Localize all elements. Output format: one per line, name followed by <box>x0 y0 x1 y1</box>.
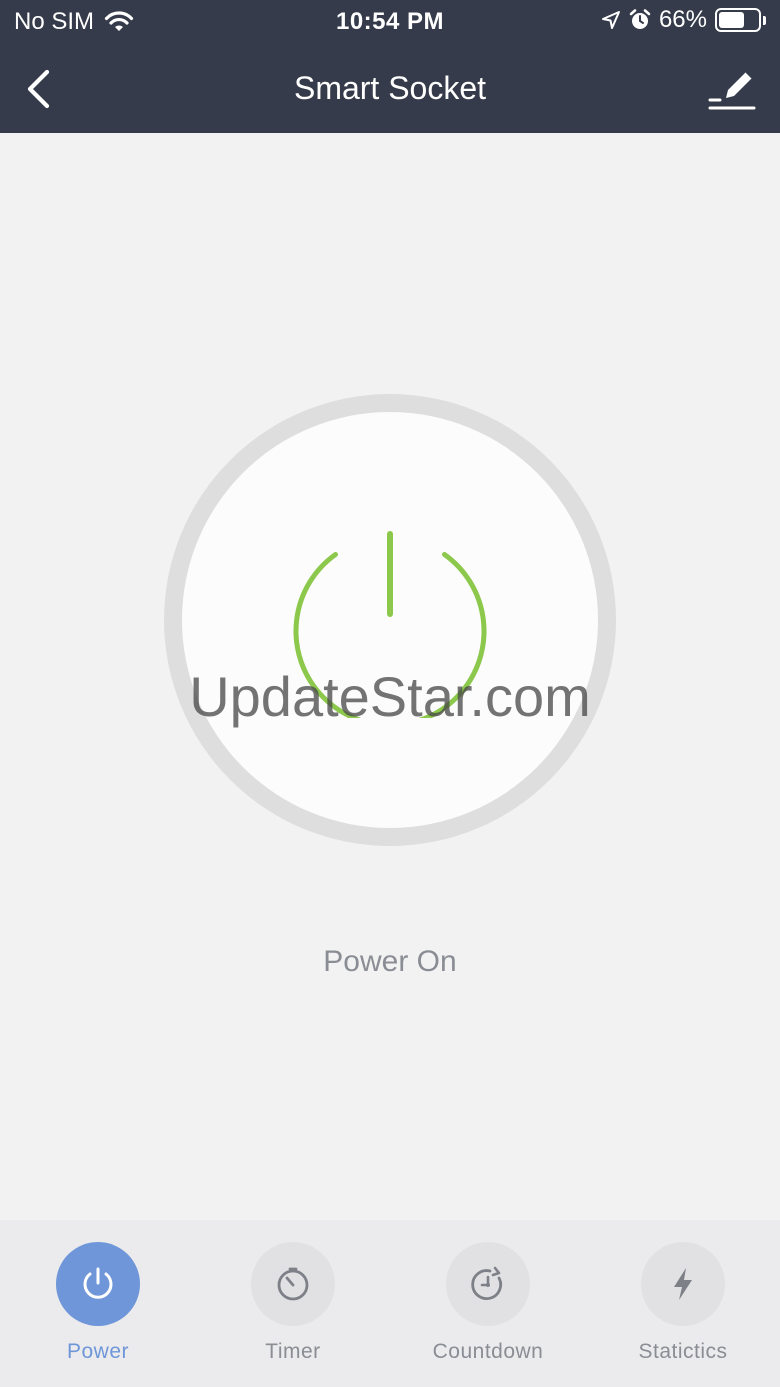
page-title: Smart Socket <box>293 70 487 106</box>
battery-tip <box>763 15 766 25</box>
tab-timer[interactable]: Timer <box>213 1242 373 1372</box>
battery-fill <box>719 12 744 28</box>
app-header: No SIM 10:54 PM 66% Smart Socket <box>0 0 780 133</box>
status-right: 66% <box>601 6 766 34</box>
tab-icon-circle <box>56 1242 140 1326</box>
edit-button[interactable] <box>708 64 758 114</box>
tab-power[interactable]: Power <box>18 1242 178 1372</box>
status-bar: No SIM 10:54 PM 66% <box>0 0 780 44</box>
navigation-bar: Smart Socket <box>0 54 780 124</box>
battery-icon <box>715 8 761 32</box>
tab-countdown[interactable]: Countdown <box>408 1242 568 1372</box>
power-status-label: Power On <box>323 945 457 978</box>
countdown-icon <box>471 1266 503 1300</box>
edit-pencil-icon <box>708 71 756 110</box>
tab-label: Timer <box>265 1340 321 1363</box>
bottom-tab-bar: Power Timer Countdown Statictics <box>0 1220 780 1387</box>
tab-icon-circle <box>251 1242 335 1326</box>
tab-label: Power <box>66 1340 130 1363</box>
timer-icon <box>277 1267 309 1301</box>
power-button-face <box>182 412 598 828</box>
alarm-icon <box>629 9 651 29</box>
tab-icon-circle <box>641 1242 725 1326</box>
lightning-icon <box>674 1268 692 1300</box>
power-icon <box>293 531 487 718</box>
battery-percent: 66% <box>658 6 707 33</box>
tab-label: Countdown <box>432 1340 544 1363</box>
tab-icon-circle <box>446 1242 530 1326</box>
tab-statistics[interactable]: Statictics <box>603 1242 763 1372</box>
tab-label: Statictics <box>638 1340 728 1363</box>
power-toggle-button[interactable] <box>164 394 616 846</box>
location-arrow-icon <box>601 11 620 29</box>
power-icon <box>83 1267 113 1299</box>
